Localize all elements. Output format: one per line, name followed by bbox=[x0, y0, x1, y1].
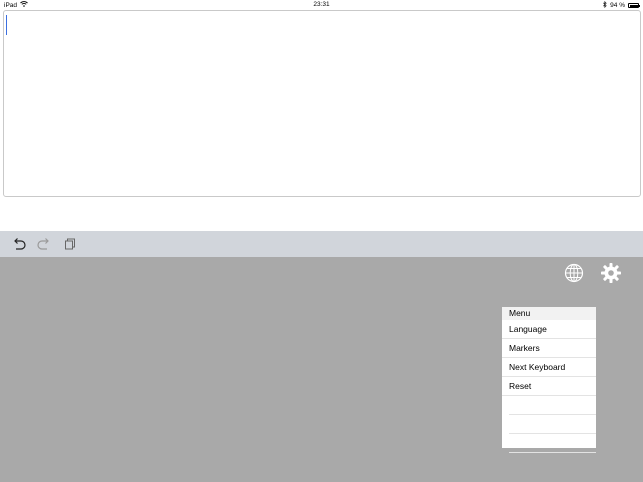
undo-icon[interactable] bbox=[11, 236, 27, 252]
redo-icon[interactable] bbox=[36, 236, 52, 252]
globe-icon[interactable] bbox=[563, 262, 585, 284]
status-right: 94 % bbox=[603, 0, 640, 10]
status-time: 23:31 bbox=[313, 1, 330, 8]
menu-title: Menu bbox=[502, 307, 596, 320]
text-caret bbox=[6, 15, 7, 35]
battery-percentage: 94 % bbox=[610, 2, 625, 9]
paste-icon[interactable] bbox=[62, 236, 78, 252]
keyboard-toolbar bbox=[0, 231, 643, 257]
menu-item-empty bbox=[509, 396, 596, 415]
menu-item-reset[interactable]: Reset bbox=[502, 377, 596, 396]
battery-fill bbox=[629, 4, 638, 7]
gear-icon[interactable] bbox=[600, 262, 622, 284]
bluetooth-icon bbox=[603, 0, 607, 10]
status-bar: iPad 23:31 94 % bbox=[0, 0, 643, 10]
keyboard-menu: Menu Language Markers Next Keyboard Rese… bbox=[502, 307, 596, 453]
battery-icon bbox=[628, 3, 640, 8]
text-editor[interactable] bbox=[3, 10, 641, 197]
menu-item-language[interactable]: Language bbox=[502, 320, 596, 339]
menu-item-markers[interactable]: Markers bbox=[502, 339, 596, 358]
menu-item-empty bbox=[509, 434, 596, 453]
menu-item-empty bbox=[509, 415, 596, 434]
menu-item-next-keyboard[interactable]: Next Keyboard bbox=[502, 358, 596, 377]
